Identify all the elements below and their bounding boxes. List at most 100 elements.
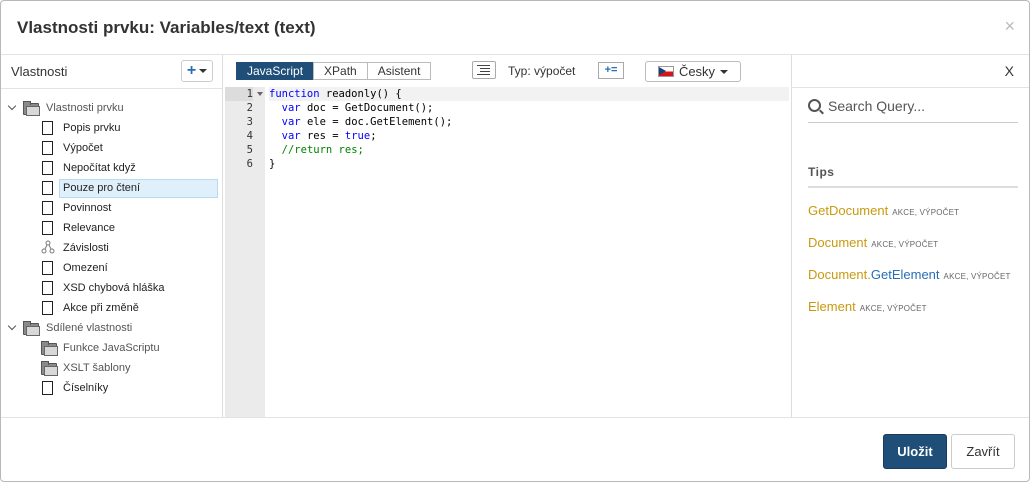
type-label: Typ: (508, 64, 531, 78)
plus-icon: + (186, 62, 197, 79)
tip-tags: akce, výpočet (943, 272, 1011, 281)
close-button[interactable]: Zavřít (951, 434, 1015, 469)
tree-node-label: Relevance (63, 222, 115, 234)
document-icon (42, 161, 53, 175)
chevron-down-icon (199, 69, 208, 73)
tree-node[interactable]: XSD chybová hláška (1, 278, 222, 298)
save-button[interactable]: Uložit (883, 434, 947, 469)
czech-flag-icon (657, 66, 674, 77)
tree-node[interactable]: Nepočítat když (1, 158, 222, 178)
tree-node[interactable]: Omezení (1, 258, 222, 278)
tip-item[interactable]: Element akce, výpočet (808, 299, 927, 314)
code-editor[interactable]: 1 2 3 4 5 6 function readonly() { var do… (225, 87, 790, 417)
tree-node[interactable]: Vlastnosti prvku (1, 98, 222, 118)
line-number: 2 (246, 102, 253, 114)
tree-node-label: Číselníky (63, 382, 109, 394)
tree-node-label: XSLT šablony (63, 362, 131, 374)
tab-asistent[interactable]: Asistent (366, 62, 432, 80)
line-number: 4 (246, 130, 253, 142)
search-underline (808, 122, 1018, 123)
tree-node[interactable]: Popis prvku (1, 118, 222, 138)
tree-node-label: Závislosti (63, 242, 109, 254)
line-number: 3 (246, 116, 253, 128)
mode-tabs: JavaScript XPath Asistent (236, 62, 432, 80)
chevron-down-icon (720, 69, 729, 74)
line-number: 6 (246, 158, 253, 170)
tree-node-label: Funkce JavaScriptu (63, 342, 160, 354)
tip-item[interactable]: Document akce, výpočet (808, 235, 938, 250)
tip-method: GetElement (870, 267, 940, 282)
divider (808, 186, 1018, 188)
tree-node[interactable]: Závislosti (1, 238, 222, 258)
code-line: function readonly() { (269, 87, 789, 101)
tree-node-label: Akce při změně (63, 302, 139, 314)
tree-node-label: Vlastnosti prvku (46, 102, 124, 114)
tip-item[interactable]: Document.GetElement akce, výpočet (808, 267, 1011, 282)
code-content[interactable]: function readonly() { var doc = GetDocum… (269, 87, 789, 171)
properties-panel-title: Vlastnosti (11, 64, 68, 79)
close-help-button[interactable]: X (1005, 63, 1014, 79)
folder-icon (23, 321, 40, 336)
dialog-footer: Uložit Zavřít (1, 417, 1029, 481)
tree-node[interactable]: Sdílené vlastnosti (1, 318, 222, 338)
document-icon (42, 301, 53, 315)
tip-tags: akce, výpočet (871, 240, 939, 249)
document-icon (42, 121, 53, 135)
code-line: var res = true; (281, 130, 377, 142)
type-value: výpočet (534, 64, 576, 78)
dialog-title: Vlastnosti prvku: Variables/text (text) (17, 18, 316, 37)
search-icon (808, 99, 821, 112)
close-icon[interactable]: × (1004, 16, 1015, 37)
tip-name: Document (808, 235, 868, 250)
tab-javascript[interactable]: JavaScript (236, 62, 315, 80)
editor-toolbar: JavaScript XPath Asistent Typ: výpočet +… (223, 55, 790, 87)
code-line: var ele = doc.GetElement(); (281, 116, 453, 128)
tree-node[interactable]: Akce při změně (1, 298, 222, 318)
chevron-down-icon[interactable] (7, 321, 17, 331)
tab-xpath[interactable]: XPath (313, 62, 368, 80)
document-icon (42, 201, 53, 215)
tip-item[interactable]: GetDocument akce, výpočet (808, 203, 959, 218)
tree-node[interactable]: Funkce JavaScriptu (1, 338, 222, 358)
format-icon[interactable] (472, 61, 496, 79)
search-input[interactable] (828, 97, 1008, 115)
tree-node[interactable]: Povinnost (1, 198, 222, 218)
properties-panel: Vlastnosti + Vlastnosti prvku Popis prvku… (1, 55, 223, 417)
code-line: var doc = GetDocument(); (281, 102, 434, 114)
document-icon (42, 261, 53, 275)
type-switch-button[interactable]: += (598, 62, 624, 79)
type-indicator: Typ: výpočet (508, 64, 575, 78)
tree-node-label: Výpočet (63, 142, 103, 154)
tip-tags: akce, výpočet (859, 304, 927, 313)
properties-tree: Vlastnosti prvku Popis prvku Výpočet Nepočí… (1, 98, 222, 398)
dialog-header: Vlastnosti prvku: Variables/text (text) … (1, 1, 1029, 55)
chevron-down-icon[interactable] (7, 101, 17, 111)
code-line: //return res; (281, 144, 364, 156)
tree-node[interactable]: Pouze pro čtení (1, 178, 222, 198)
tip-name: Element (808, 299, 856, 314)
fold-arrow-icon[interactable] (257, 92, 263, 96)
properties-dialog: Vlastnosti prvku: Variables/text (text) … (0, 0, 1030, 482)
tree-node[interactable]: XSLT šablony (1, 358, 222, 378)
language-dropdown[interactable]: Česky (645, 61, 741, 82)
tip-tags: akce, výpočet (892, 208, 960, 217)
tree-node[interactable]: Relevance (1, 218, 222, 238)
tree-node[interactable]: Číselníky (1, 378, 222, 398)
tree-node-label: Sdílené vlastnosti (46, 322, 133, 334)
help-panel: X Tips GetDocumentakce, výpočet Document… (791, 55, 1029, 417)
document-icon (42, 221, 53, 235)
tip-name: Document. (808, 267, 871, 282)
dependency-icon (41, 240, 55, 257)
document-icon (42, 141, 53, 155)
tips-heading: Tips (808, 165, 835, 179)
tree-node-label: Popis prvku (63, 122, 121, 134)
line-number: 1 (225, 87, 253, 101)
tip-name: GetDocument (808, 203, 889, 218)
add-dropdown-button[interactable]: + (181, 60, 213, 82)
divider (1, 88, 222, 89)
editor-panel: JavaScript XPath Asistent Typ: výpočet +… (223, 55, 790, 417)
tree-node-label: Povinnost (63, 202, 112, 214)
tree-node-label: XSD chybová hláška (63, 282, 165, 294)
tree-node[interactable]: Výpočet (1, 138, 222, 158)
folder-icon (41, 341, 58, 356)
